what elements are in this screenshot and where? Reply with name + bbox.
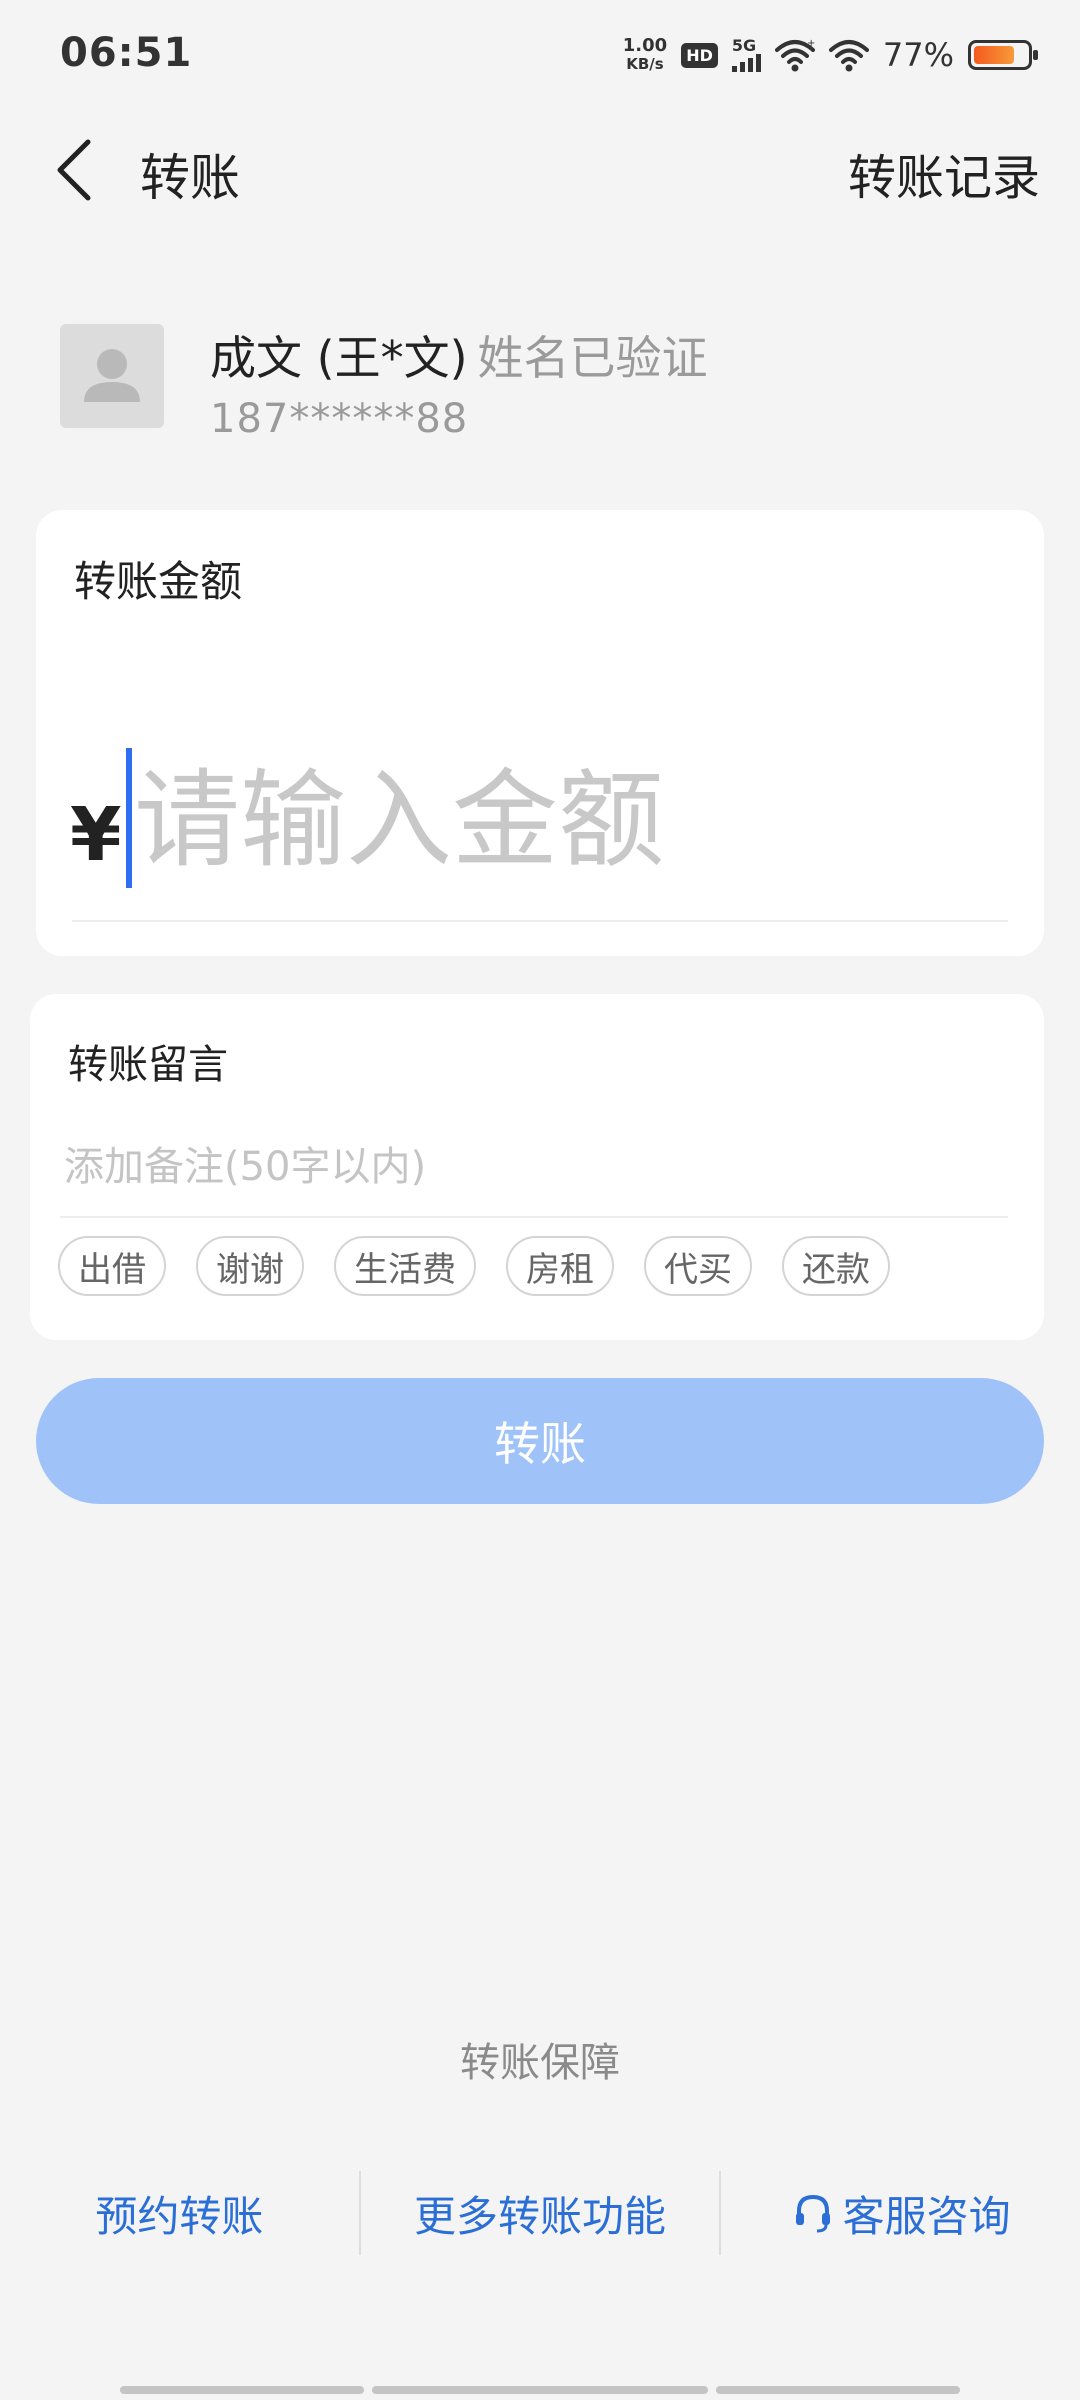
status-time: 06:51 (60, 30, 193, 76)
amount-input[interactable] (134, 750, 994, 890)
chevron-left-icon (57, 139, 91, 201)
wifi-icon: + (774, 38, 815, 72)
status-bar: 06:51 1.00 KB/s HD 5G + 77% (0, 0, 1080, 110)
navigation-bar (120, 2386, 960, 2394)
recipient-name-row: 成文 (王*文) 姓名已验证 (210, 322, 708, 388)
remark-divider (60, 1216, 1008, 1218)
signal-bars (731, 54, 761, 72)
headset-icon (795, 2194, 830, 2233)
recipient-name: 成文 (王*文) (210, 331, 468, 385)
battery-fill (974, 46, 1015, 64)
network-speed-unit: KB/s (626, 55, 664, 73)
network-speed-value: 1.00 (622, 35, 668, 56)
back-button[interactable] (48, 130, 108, 210)
amount-card: 转账金额 ¥ (36, 510, 1044, 956)
network-speed: 1.00 KB/s (622, 35, 668, 74)
battery-icon (968, 40, 1038, 70)
status-icons: 1.00 KB/s HD 5G + 77% (622, 30, 1038, 80)
avatar (60, 324, 164, 428)
remark-tag[interactable]: 房租 (506, 1236, 614, 1296)
scheduled-transfer-link[interactable]: 预约转账 (0, 2183, 359, 2244)
remark-card: 转账留言 出借 谢谢 生活费 房租 代买 还款 (30, 994, 1044, 1340)
hd-icon: HD (681, 42, 718, 68)
amount-label: 转账金额 (74, 557, 243, 606)
remark-tags: 出借 谢谢 生活费 房租 代买 还款 (58, 1236, 890, 1296)
remark-tag[interactable]: 生活费 (334, 1236, 476, 1296)
more-transfer-functions-label: 更多转账功能 (414, 2191, 667, 2241)
signal-label: 5G (731, 36, 757, 55)
transfer-records-link[interactable]: 转账记录 (848, 138, 1040, 208)
wifi-icon-secondary (828, 40, 869, 72)
remark-tag[interactable]: 还款 (782, 1236, 890, 1296)
customer-service-label: 客服咨询 (842, 2191, 1011, 2241)
remark-input[interactable] (64, 1132, 1004, 1202)
currency-symbol: ¥ (70, 792, 122, 878)
battery-percent: 77% (882, 36, 954, 74)
remark-tag[interactable]: 出借 (58, 1236, 166, 1296)
scheduled-transfer-label: 预约转账 (95, 2191, 264, 2241)
user-icon (84, 349, 140, 402)
text-cursor (126, 748, 132, 888)
remark-tag[interactable]: 代买 (644, 1236, 752, 1296)
remark-tag[interactable]: 谢谢 (196, 1236, 304, 1296)
transfer-guarantee-link[interactable]: 转账保障 (0, 2030, 1080, 2088)
cellular-signal-icon: 5G (731, 36, 761, 72)
remark-label: 转账留言 (68, 1042, 228, 1088)
customer-service-link[interactable]: 客服咨询 (721, 2183, 1080, 2244)
page-title: 转账 (140, 149, 240, 207)
svg-text:+: + (807, 38, 815, 49)
recipient-phone: 187******88 (210, 396, 469, 442)
transfer-button[interactable]: 转账 (36, 1378, 1044, 1504)
more-transfer-functions-link[interactable]: 更多转账功能 (361, 2183, 720, 2244)
bottom-links: 预约转账 更多转账功能 客服咨询 (0, 2170, 1080, 2256)
amount-divider (72, 920, 1008, 922)
name-verified-text: 姓名已验证 (477, 331, 708, 385)
